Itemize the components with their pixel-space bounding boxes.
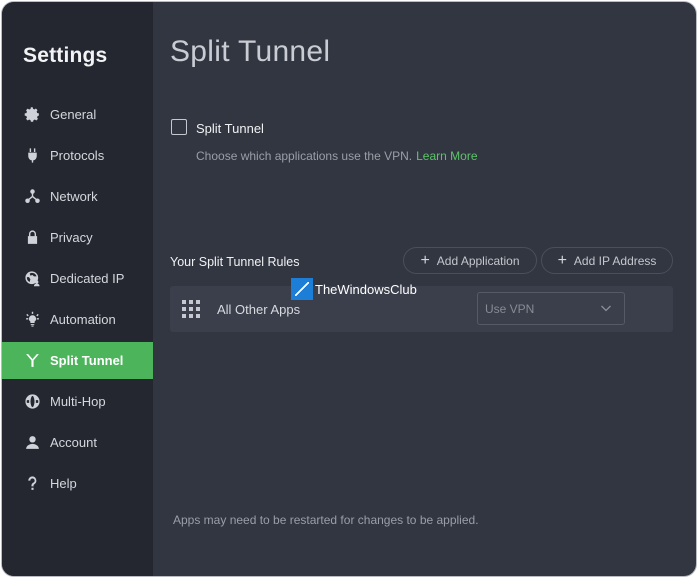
add-ip-address-button[interactable]: + Add IP Address xyxy=(541,247,673,274)
sidebar-item-split-tunnel[interactable]: Split Tunnel xyxy=(2,342,153,379)
learn-more-link[interactable]: Learn More xyxy=(416,149,477,163)
split-tunnel-label: Split Tunnel xyxy=(196,121,264,136)
split-tunnel-description: Choose which applications use the VPN. Le… xyxy=(196,149,478,163)
sidebar-item-label: General xyxy=(50,107,97,122)
sidebar-item-automation[interactable]: Automation xyxy=(2,301,153,338)
page-title: Split Tunnel xyxy=(170,35,331,68)
add-ip-address-label: Add IP Address xyxy=(573,253,657,268)
globe-person-icon xyxy=(22,269,42,289)
user-icon xyxy=(22,433,42,453)
add-application-button[interactable]: + Add Application xyxy=(403,247,537,274)
bulb-icon xyxy=(22,310,42,330)
question-icon xyxy=(22,474,42,494)
rule-mode-value: Use VPN xyxy=(485,301,535,316)
globe-icon xyxy=(22,392,42,412)
rule-row: All Other Apps Use VPN xyxy=(170,286,673,332)
watermark: TheWindowsClub xyxy=(291,278,417,300)
sidebar-item-privacy[interactable]: Privacy xyxy=(2,219,153,256)
sidebar-item-label: Split Tunnel xyxy=(50,353,124,368)
plus-icon: + xyxy=(557,251,567,269)
plug-icon xyxy=(22,146,42,166)
rules-heading: Your Split Tunnel Rules xyxy=(170,255,300,269)
add-application-label: Add Application xyxy=(436,253,520,268)
restart-note: Apps may need to be restarted for change… xyxy=(173,513,479,527)
rule-app-name: All Other Apps xyxy=(217,302,301,317)
sidebar-item-account[interactable]: Account xyxy=(2,424,153,461)
sidebar-item-label: Protocols xyxy=(50,148,105,163)
apps-grid-icon xyxy=(182,300,202,320)
watermark-text: TheWindowsClub xyxy=(315,281,417,297)
sidebar-item-label: Multi-Hop xyxy=(50,394,106,409)
sidebar-item-label: Help xyxy=(50,476,77,491)
network-icon xyxy=(22,187,42,207)
lock-icon xyxy=(22,228,42,248)
chevron-down-icon xyxy=(601,305,611,312)
split-icon xyxy=(22,351,42,371)
sidebar-item-label: Network xyxy=(50,189,98,204)
rule-mode-select[interactable]: Use VPN xyxy=(477,292,625,325)
sidebar-item-label: Account xyxy=(50,435,97,450)
sidebar: Settings General Protocols Network Priva… xyxy=(2,2,153,576)
settings-window: Settings General Protocols Network Priva… xyxy=(2,2,696,576)
main-panel: Split Tunnel Split Tunnel Choose which a… xyxy=(153,2,696,576)
sidebar-item-general[interactable]: General xyxy=(2,96,153,133)
sidebar-item-label: Privacy xyxy=(50,230,93,245)
plus-icon: + xyxy=(420,251,430,269)
sidebar-nav: General Protocols Network Privacy Dedica… xyxy=(2,96,153,506)
sidebar-item-label: Dedicated IP xyxy=(50,271,125,286)
watermark-logo-icon xyxy=(291,278,313,300)
sidebar-item-help[interactable]: Help xyxy=(2,465,153,502)
sidebar-item-label: Automation xyxy=(50,312,116,327)
gear-icon xyxy=(22,105,42,125)
sidebar-item-network[interactable]: Network xyxy=(2,178,153,215)
sidebar-item-dedicated-ip[interactable]: Dedicated IP xyxy=(2,260,153,297)
description-text: Choose which applications use the VPN. xyxy=(196,149,413,163)
sidebar-title: Settings xyxy=(23,44,108,67)
sidebar-item-multi-hop[interactable]: Multi-Hop xyxy=(2,383,153,420)
sidebar-item-protocols[interactable]: Protocols xyxy=(2,137,153,174)
split-tunnel-checkbox[interactable] xyxy=(171,119,187,135)
